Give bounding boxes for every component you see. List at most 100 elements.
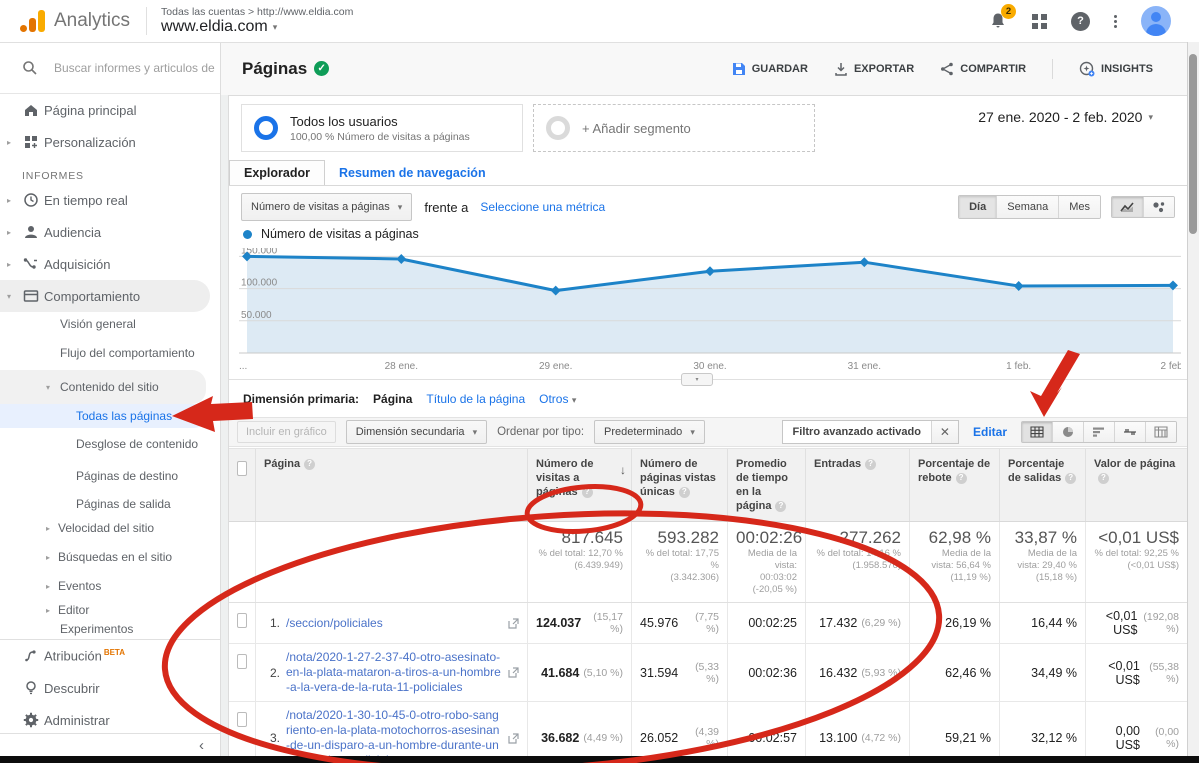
sidebar-item-personalization[interactable]: ▸ Personalización bbox=[0, 126, 220, 158]
col-header-value[interactable]: Valor de página? bbox=[1085, 449, 1187, 521]
help-icon[interactable]: ? bbox=[582, 487, 593, 498]
motion-chart-button[interactable] bbox=[1143, 197, 1174, 217]
sidebar-collapse-button[interactable]: ‹ bbox=[0, 733, 220, 756]
secondary-dimension-dropdown[interactable]: Dimensión secundaria▾ bbox=[346, 420, 487, 444]
notification-badge: 2 bbox=[1001, 4, 1016, 19]
sidebar-item-events[interactable]: ▸Eventos bbox=[0, 574, 220, 598]
sidebar-item-audience[interactable]: ▸ Audiencia bbox=[0, 216, 220, 248]
external-link-icon[interactable] bbox=[508, 733, 519, 744]
report-title-bar: Páginas ✓ GUARDAR EXPORTAR COMPARTIR INS… bbox=[220, 42, 1199, 95]
help-button[interactable]: ? bbox=[1071, 12, 1090, 31]
comparison-view-button[interactable] bbox=[1114, 422, 1145, 442]
export-button[interactable]: EXPORTAR bbox=[834, 62, 914, 76]
row-checkbox[interactable] bbox=[237, 613, 247, 628]
save-button[interactable]: GUARDAR bbox=[732, 62, 808, 76]
performance-view-button[interactable] bbox=[1083, 422, 1114, 442]
notifications-button[interactable]: 2 bbox=[988, 11, 1008, 31]
search-icon bbox=[22, 60, 38, 76]
chart-drag-handle[interactable]: ▾ bbox=[681, 373, 713, 386]
account-switcher[interactable]: www.eldia.com▾ bbox=[161, 18, 353, 36]
sidebar-item-all-pages[interactable]: Todas las páginas bbox=[0, 404, 206, 428]
scrollbar-thumb[interactable] bbox=[1189, 54, 1197, 234]
sidebar-item-landing-pages[interactable]: Páginas de destino bbox=[0, 460, 220, 492]
col-header-visits[interactable]: Número de visitas a páginas?↓ bbox=[527, 449, 631, 521]
sidebar-item-publisher[interactable]: ▸Editor bbox=[0, 598, 220, 622]
row-checkbox[interactable] bbox=[237, 712, 247, 727]
help-icon[interactable]: ? bbox=[1065, 473, 1076, 484]
sidebar-search[interactable]: Buscar informes y articulos de bbox=[0, 42, 220, 94]
table-header-row: Página? Número de visitas a páginas?↓ Nú… bbox=[229, 448, 1187, 522]
page-link[interactable]: /nota/2020-1-27-2-37-40-otro-asesinato-e… bbox=[286, 650, 502, 695]
sidebar-item-attribution[interactable]: AtribuciónBETA bbox=[0, 640, 220, 672]
dimension-page-title[interactable]: Título de la página bbox=[426, 392, 525, 406]
external-link-icon[interactable] bbox=[508, 667, 519, 678]
col-header-bounce[interactable]: Porcentaje de rebote? bbox=[909, 449, 999, 521]
help-icon[interactable]: ? bbox=[304, 459, 315, 470]
share-button[interactable]: COMPARTIR bbox=[940, 62, 1026, 76]
help-icon[interactable]: ? bbox=[956, 473, 967, 484]
percentage-view-button[interactable] bbox=[1052, 422, 1083, 442]
sidebar-item-experiments[interactable]: Experimentos bbox=[0, 622, 220, 637]
help-icon[interactable]: ? bbox=[679, 487, 690, 498]
vertical-scrollbar[interactable] bbox=[1187, 42, 1199, 763]
col-header-time[interactable]: Promedio de tiempo en la página? bbox=[727, 449, 805, 521]
sidebar-item-realtime[interactable]: ▸ En tiempo real bbox=[0, 184, 220, 216]
close-icon[interactable]: ✕ bbox=[931, 421, 958, 443]
sort-type-dropdown[interactable]: Predeterminado▾ bbox=[594, 420, 705, 444]
day-button[interactable]: Día bbox=[959, 196, 996, 218]
sidebar-item-content-drilldown[interactable]: Desglose de contenido bbox=[0, 428, 220, 460]
sidebar-item-acquisition[interactable]: ▸ Adquisición bbox=[0, 248, 220, 280]
help-icon[interactable]: ? bbox=[1098, 473, 1109, 484]
insights-icon bbox=[1079, 61, 1095, 77]
timeseries-chart[interactable]: 50.000100.000150.000...28 ene.29 ene.30 … bbox=[239, 248, 1181, 374]
select-metric-link[interactable]: Seleccione una métrica bbox=[480, 200, 605, 214]
segment-all-users[interactable]: Todos los usuarios 100,00 % Número de vi… bbox=[241, 104, 523, 152]
page-link[interactable]: /seccion/policiales bbox=[286, 616, 502, 631]
sidebar-item-site-content[interactable]: ▾Contenido del sitio bbox=[0, 370, 206, 404]
col-header-exit[interactable]: Porcentaje de salidas? bbox=[999, 449, 1085, 521]
sidebar-item-behavior[interactable]: ▾ Comportamiento bbox=[0, 280, 210, 312]
col-header-unique[interactable]: Número de páginas vistas únicas? bbox=[631, 449, 727, 521]
sidebar-item-site-search[interactable]: ▸Búsquedas en el sitio bbox=[0, 540, 220, 574]
date-range-picker[interactable]: 27 ene. 2020 - 2 feb. 2020▾ bbox=[978, 109, 1153, 125]
page-link[interactable]: /nota/2020-1-30-10-45-0-otro-robo-sangri… bbox=[286, 708, 502, 763]
analytics-logo-icon[interactable] bbox=[20, 10, 45, 32]
totals-bounce: 62,98 %Media de la vista: 56,64 %(11,19 … bbox=[909, 522, 999, 602]
insights-button[interactable]: INSIGHTS bbox=[1079, 61, 1153, 77]
acquisition-icon bbox=[18, 256, 44, 272]
pivot-view-button[interactable] bbox=[1145, 422, 1176, 442]
user-avatar[interactable] bbox=[1141, 6, 1171, 36]
sidebar-item-overview[interactable]: Visión general bbox=[0, 312, 220, 336]
row-checkbox[interactable] bbox=[237, 654, 247, 669]
data-view-button[interactable] bbox=[1022, 422, 1052, 442]
include-in-chart-button[interactable]: Incluir en gráfico bbox=[237, 421, 336, 443]
help-icon[interactable]: ? bbox=[865, 459, 876, 470]
sidebar-item-behavior-flow[interactable]: Flujo del comportamiento bbox=[0, 336, 220, 370]
customization-icon bbox=[18, 135, 44, 150]
tab-explorer[interactable]: Explorador bbox=[229, 160, 325, 185]
select-all-checkbox[interactable] bbox=[237, 461, 247, 476]
sidebar-item-discover[interactable]: Descubrir bbox=[0, 672, 220, 704]
edit-filter-link[interactable]: Editar bbox=[973, 425, 1007, 439]
pie-chart-icon bbox=[1061, 426, 1075, 438]
overflow-menu-icon[interactable] bbox=[1114, 15, 1117, 28]
line-chart-button[interactable] bbox=[1112, 197, 1143, 217]
sidebar-item-home[interactable]: Página principal bbox=[0, 94, 220, 126]
gear-icon bbox=[18, 712, 44, 728]
metric-dropdown[interactable]: Número de visitas a páginas▾ bbox=[241, 193, 412, 221]
col-header-entries[interactable]: Entradas? bbox=[805, 449, 909, 521]
week-button[interactable]: Semana bbox=[996, 196, 1058, 218]
dimension-others[interactable]: Otros ▾ bbox=[539, 392, 576, 406]
totals-exit: 33,87 %Media de la vista: 29,40 %(15,18 … bbox=[999, 522, 1085, 602]
apps-grid-icon[interactable] bbox=[1032, 14, 1047, 29]
sidebar-item-exit-pages[interactable]: Páginas de salida bbox=[0, 492, 220, 516]
month-button[interactable]: Mes bbox=[1058, 196, 1100, 218]
tab-navigation-summary[interactable]: Resumen de navegación bbox=[325, 161, 500, 185]
col-header-page[interactable]: Página? bbox=[255, 449, 527, 521]
add-segment-button[interactable]: + Añadir segmento bbox=[533, 104, 815, 152]
sidebar-item-admin[interactable]: Administrar bbox=[0, 704, 220, 736]
help-icon[interactable]: ? bbox=[775, 501, 786, 512]
external-link-icon[interactable] bbox=[508, 618, 519, 629]
dimension-page[interactable]: Página bbox=[373, 392, 412, 406]
sidebar-item-site-speed[interactable]: ▸Velocidad del sitio bbox=[0, 516, 220, 540]
